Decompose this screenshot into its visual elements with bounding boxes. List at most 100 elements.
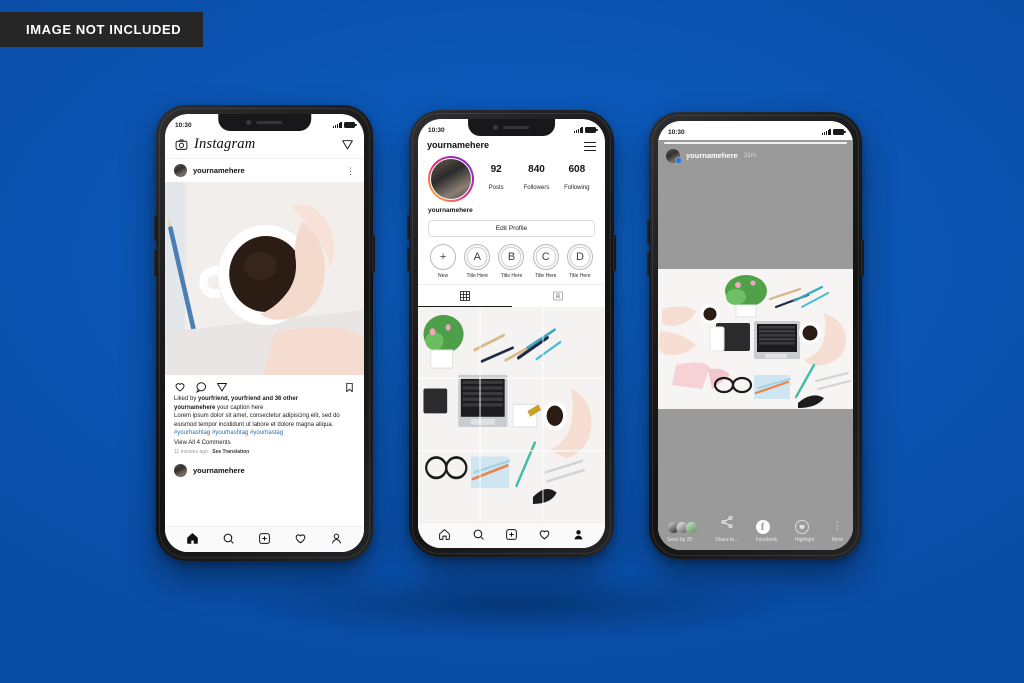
- story-footer: Seen by 25 Share to... f Facebook Highli…: [658, 515, 853, 550]
- add-post-icon[interactable]: [505, 528, 518, 541]
- heart-icon[interactable]: [174, 381, 186, 393]
- share-icon[interactable]: [216, 381, 228, 393]
- search-icon[interactable]: [222, 532, 235, 545]
- stat-following-count: 608: [568, 164, 586, 176]
- seen-by-group[interactable]: Seen by 25: [667, 520, 698, 543]
- likes-names[interactable]: yourfriend, yourfriend: [198, 396, 261, 402]
- post-username[interactable]: yournamehere: [193, 166, 245, 175]
- highlight-button[interactable]: Highlight: [794, 519, 815, 543]
- caption-username[interactable]: yournamehere: [174, 405, 215, 411]
- status-time: 10:30: [428, 126, 445, 134]
- caption-text: your caption here: [215, 404, 264, 411]
- highlight-c[interactable]: C Title Here: [530, 243, 562, 279]
- highlight-b[interactable]: B Title Here: [495, 243, 527, 279]
- more-icon: ⋮: [832, 520, 843, 532]
- highlight-label: Title Here: [569, 272, 591, 279]
- avatar[interactable]: [174, 164, 187, 177]
- volume-button-down: [647, 252, 650, 276]
- avatar: [685, 520, 698, 534]
- profile-tabs: [418, 283, 606, 307]
- stat-followers[interactable]: 840 Followers: [518, 164, 554, 194]
- story-timestamp: 31m: [743, 152, 757, 160]
- profile-avatar[interactable]: [428, 155, 474, 202]
- more-options-icon[interactable]: ⋮: [346, 166, 355, 175]
- avatar[interactable]: [174, 464, 187, 478]
- status-bar: 10:30: [658, 121, 853, 140]
- composer-username[interactable]: yournamehere: [193, 466, 245, 475]
- likes-prefix: Liked by: [174, 396, 199, 402]
- seen-avatars: [667, 520, 698, 534]
- phone-story: 10:30 yournamehere 31m Seen by 25 Share …: [647, 112, 864, 559]
- camera-icon[interactable]: [175, 138, 188, 151]
- share-to-label: Share to...: [715, 536, 739, 543]
- add-post-icon[interactable]: [258, 532, 271, 545]
- home-icon[interactable]: [186, 532, 199, 545]
- highlight-icon: [794, 519, 809, 534]
- volume-buttons: [154, 215, 157, 241]
- story-username[interactable]: yournamehere: [686, 151, 738, 160]
- instagram-topbar: Instagram: [165, 133, 364, 159]
- stat-following[interactable]: 608 Following: [559, 164, 595, 194]
- stat-posts-count: 92: [490, 164, 502, 176]
- highlight-thumb: A: [464, 243, 491, 270]
- status-time: 10:30: [175, 121, 192, 129]
- profile-icon[interactable]: [572, 528, 585, 541]
- see-translation-link[interactable]: See Translation: [212, 449, 249, 455]
- tab-tagged[interactable]: [512, 285, 606, 307]
- activity-icon[interactable]: [538, 528, 551, 541]
- facebook-badge-icon: [675, 156, 682, 164]
- hamburger-menu-icon[interactable]: [584, 140, 596, 151]
- post-caption: Liked by yourfriend, yourfriend and 36 o…: [165, 395, 364, 461]
- tab-grid[interactable]: [418, 285, 512, 307]
- stat-followers-count: 840: [528, 164, 545, 176]
- mockup-canvas: IMAGE NOT INCLUDED 10:30 Instagram yourn…: [0, 0, 1024, 683]
- highlight-new[interactable]: + New: [427, 243, 459, 279]
- power-button: [613, 235, 616, 271]
- profile-header: yournamehere: [418, 138, 605, 151]
- story-media[interactable]: [658, 268, 853, 409]
- likes-line: Liked by yourfriend, yourfriend and 36 o…: [174, 395, 355, 404]
- post-photo[interactable]: [165, 182, 364, 375]
- profile-stats-row: 92 Posts 840 Followers 608 Following: [418, 151, 605, 202]
- direct-message-icon[interactable]: [341, 138, 354, 151]
- battery-icon: [344, 122, 357, 128]
- story-avatar-wrap[interactable]: [666, 148, 682, 164]
- highlight-label: Title Here: [534, 272, 557, 279]
- profile-grid-photo[interactable]: [418, 306, 605, 522]
- grid-icon: [459, 291, 470, 301]
- edit-profile-button[interactable]: Edit Profile: [428, 219, 595, 237]
- highlight-thumb: C: [532, 243, 559, 270]
- bookmark-icon[interactable]: [344, 382, 355, 393]
- search-icon[interactable]: [472, 528, 485, 541]
- comment-icon[interactable]: [195, 381, 207, 393]
- highlight-a[interactable]: A Title Here: [461, 243, 493, 279]
- stat-posts-label: Posts: [488, 184, 504, 191]
- volume-buttons: [407, 215, 410, 239]
- activity-icon[interactable]: [294, 532, 307, 545]
- comment-composer-row: yournamehere: [165, 461, 364, 481]
- heart-icon: [799, 524, 805, 530]
- phone-feed: 10:30 Instagram yournamehere ⋮ Liked by …: [154, 105, 375, 561]
- stat-posts[interactable]: 92 Posts: [478, 164, 514, 194]
- volume-button-down: [154, 250, 157, 276]
- facebook-button[interactable]: f Facebook: [755, 519, 778, 543]
- profile-grid-artwork: [418, 306, 605, 522]
- phone-profile: 10:30 yournamehere 92 Posts 840 Follower…: [407, 110, 616, 557]
- profile-icon[interactable]: [330, 532, 343, 545]
- caption-body: Lorem ipsum dolor sit amet, consectetur …: [174, 413, 340, 428]
- share-icon: [721, 515, 733, 529]
- signal-icon: [333, 122, 342, 128]
- home-icon[interactable]: [438, 528, 451, 541]
- caption-line: yournamehere your caption here: [174, 404, 355, 413]
- share-to-button[interactable]: Share to...: [715, 515, 738, 543]
- highlight-label: Highlight: [794, 536, 815, 543]
- more-button[interactable]: ⋮ More: [832, 520, 843, 543]
- view-comments-link[interactable]: View All 4 Comments: [174, 439, 355, 448]
- highlight-thumb: B: [498, 243, 525, 270]
- signal-icon: [574, 127, 583, 133]
- battery-icon: [833, 129, 846, 135]
- highlight-d[interactable]: D Title Here: [564, 243, 596, 279]
- caption-hashtags[interactable]: #yourhashtag #yourhashtag #yourhastag: [174, 429, 355, 438]
- phone-profile-screen: 10:30 yournamehere 92 Posts 840 Follower…: [418, 119, 605, 548]
- status-bar: 10:30: [418, 119, 605, 138]
